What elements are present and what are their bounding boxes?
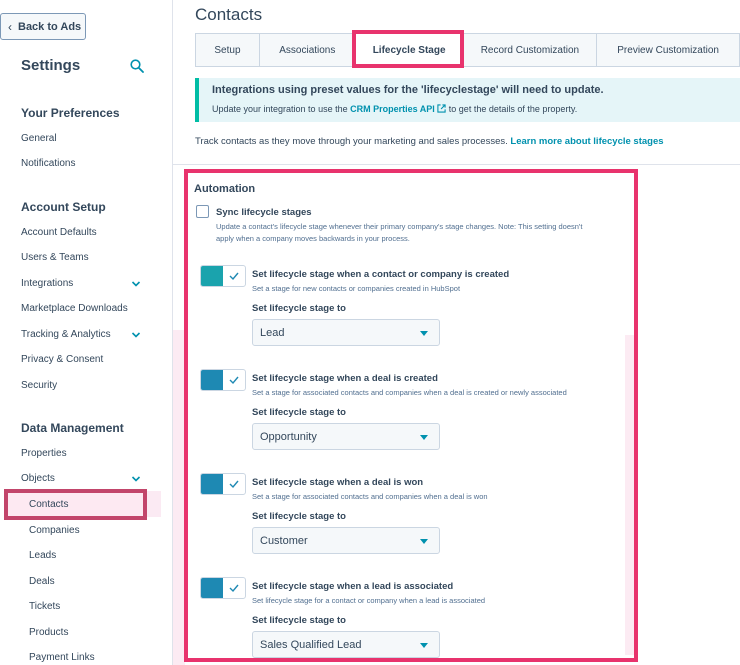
tab-record-customization[interactable]: Record Customization: [464, 34, 598, 66]
toggle-knob: [201, 474, 223, 494]
checkmark-icon: [229, 480, 239, 489]
caret-down-icon: [420, 435, 428, 440]
tab-associations[interactable]: Associations: [260, 34, 356, 66]
rule-title: Set lifecycle stage when a contact or co…: [252, 269, 510, 280]
selected-item-highlight: [4, 489, 147, 520]
sidebar-item-properties[interactable]: Properties: [21, 448, 67, 459]
settings-title: Settings: [21, 57, 81, 74]
sidebar-item-security[interactable]: Security: [21, 380, 57, 391]
chevron-down-icon[interactable]: [131, 330, 141, 340]
back-to-ads-button[interactable]: ‹ Back to Ads: [0, 13, 86, 40]
select-value: Sales Qualified Lead: [260, 638, 362, 651]
automation-title: Automation: [194, 183, 256, 195]
toggle-knob: [201, 578, 223, 598]
tab-preview-customization[interactable]: Preview Customization: [597, 34, 740, 66]
alert-body-suffix: to get the details of the property.: [446, 104, 578, 114]
rule-description: Set lifecycle stage for a contact or com…: [252, 596, 486, 605]
chevron-down-icon[interactable]: [131, 279, 141, 289]
rule-description: Set a stage for new contacts or companie…: [252, 284, 461, 293]
back-button-label: Back to Ads: [18, 20, 82, 33]
toggle-lead-associated[interactable]: [200, 577, 246, 599]
rule-title: Set lifecycle stage when a deal is won: [252, 477, 424, 488]
learn-more-link[interactable]: Learn more about lifecycle stages: [510, 136, 663, 147]
page-title: Contacts: [195, 5, 263, 24]
set-stage-label: Set lifecycle stage to: [252, 615, 346, 626]
sidebar-item-integrations[interactable]: Integrations: [21, 278, 73, 289]
stage-select-deal-won[interactable]: Customer: [252, 527, 440, 554]
toggle-knob: [201, 370, 223, 390]
track-text: Track contacts as they move through your…: [195, 136, 511, 147]
alert-banner: Integrations using preset values for the…: [195, 78, 740, 122]
sidebar-item-privacy-consent[interactable]: Privacy & Consent: [21, 354, 103, 365]
toggle-deal-won[interactable]: [200, 473, 246, 495]
section-account-setup: Account Setup: [21, 200, 106, 214]
caret-down-icon: [420, 539, 428, 544]
sidebar-item-objects[interactable]: Objects: [21, 473, 55, 484]
tab-setup[interactable]: Setup: [196, 34, 260, 66]
stage-select-contact-created[interactable]: Lead: [252, 319, 440, 346]
sidebar-item-products[interactable]: Products: [29, 627, 68, 638]
sidebar-item-contacts[interactable]: Contacts: [29, 499, 68, 510]
toggle-contact-created[interactable]: [200, 265, 246, 287]
sidebar-item-marketplace-downloads[interactable]: Marketplace Downloads: [21, 303, 128, 314]
tab-bar: Setup Associations Lifecycle Stage Recor…: [195, 33, 740, 67]
sidebar-item-account-defaults[interactable]: Account Defaults: [21, 227, 97, 238]
stage-select-lead-associated[interactable]: Sales Qualified Lead: [252, 631, 440, 658]
settings-sidebar: ‹ Back to Ads Settings Your Preferences …: [0, 0, 173, 665]
alert-title: Integrations using preset values for the…: [212, 84, 604, 96]
external-link-icon: [437, 104, 446, 113]
crm-properties-api-link[interactable]: CRM Properties API: [350, 104, 435, 114]
checkmark-icon: [229, 272, 239, 281]
checkmark-icon: [229, 584, 239, 593]
sidebar-item-payment-links[interactable]: Payment Links: [29, 652, 95, 663]
track-description: Track contacts as they move through your…: [195, 136, 664, 147]
select-value: Opportunity: [260, 430, 317, 443]
sidebar-item-leads[interactable]: Leads: [29, 550, 56, 561]
search-icon[interactable]: [130, 59, 144, 73]
sidebar-item-notifications[interactable]: Notifications: [21, 158, 75, 169]
sidebar-item-general[interactable]: General: [21, 133, 57, 144]
rule-title: Set lifecycle stage when a lead is assoc…: [252, 581, 454, 592]
set-stage-label: Set lifecycle stage to: [252, 407, 346, 418]
selection-indicator: [147, 491, 161, 517]
sidebar-item-tracking-analytics[interactable]: Tracking & Analytics: [21, 329, 111, 340]
checkmark-icon: [229, 376, 239, 385]
sync-lifecycle-description: Update a contact's lifecycle stage whene…: [216, 222, 583, 243]
divider: [173, 164, 740, 165]
sidebar-item-tickets[interactable]: Tickets: [29, 601, 60, 612]
set-stage-label: Set lifecycle stage to: [252, 303, 346, 314]
caret-down-icon: [420, 643, 428, 648]
sidebar-item-users-teams[interactable]: Users & Teams: [21, 252, 89, 263]
sidebar-item-deals[interactable]: Deals: [29, 576, 55, 587]
stage-select-deal-created[interactable]: Opportunity: [252, 423, 440, 450]
sync-lifecycle-label: Sync lifecycle stages: [216, 207, 312, 218]
active-tab-highlight: [352, 30, 464, 68]
section-data-management: Data Management: [21, 421, 124, 435]
sidebar-item-companies[interactable]: Companies: [29, 525, 80, 536]
sync-lifecycle-checkbox[interactable]: [196, 205, 209, 218]
section-your-preferences: Your Preferences: [21, 106, 120, 120]
select-value: Customer: [260, 534, 308, 547]
select-value: Lead: [260, 326, 285, 339]
alert-body: Update your integration to use the CRM P…: [212, 104, 577, 114]
rule-description: Set a stage for associated contacts and …: [252, 388, 567, 397]
caret-down-icon: [420, 331, 428, 336]
alert-body-text: Update your integration to use the: [212, 104, 351, 114]
rule-title: Set lifecycle stage when a deal is creat…: [252, 373, 438, 384]
set-stage-label: Set lifecycle stage to: [252, 511, 346, 522]
rule-description: Set a stage for associated contacts and …: [252, 492, 488, 501]
toggle-deal-created[interactable]: [200, 369, 246, 391]
toggle-knob: [201, 266, 223, 286]
chevron-down-icon[interactable]: [131, 474, 141, 484]
chevron-left-icon: ‹: [8, 19, 12, 34]
